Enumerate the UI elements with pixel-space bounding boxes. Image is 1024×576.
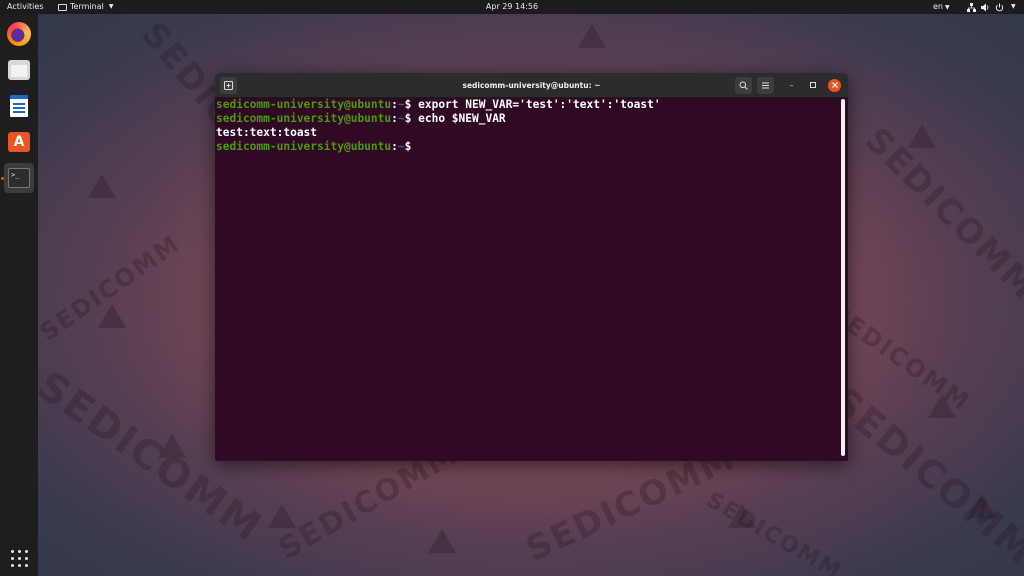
prompt-path: ~ <box>397 140 405 153</box>
prompt-symbol: $ <box>404 140 419 153</box>
command-output: test:text:toast <box>216 126 318 139</box>
terminal-line: sedicomm-university@ubuntu:~$ <box>216 140 842 154</box>
clock[interactable]: Apr 29 14:56 <box>486 2 538 11</box>
wallpaper-watermark: SEDICOMM <box>823 378 1024 574</box>
app-menu-label: Terminal <box>70 2 104 11</box>
wallpaper-triangle <box>158 434 186 458</box>
prompt-path: ~ <box>397 112 405 125</box>
terminal-window[interactable]: sedicomm-university@ubuntu: ~ – sedicomm… <box>215 73 848 461</box>
firefox-icon <box>7 22 31 46</box>
prompt-separator: : <box>391 112 398 125</box>
dock-firefox[interactable] <box>4 19 34 49</box>
terminal-output[interactable]: sedicomm-university@ubuntu:~$ export NEW… <box>215 98 842 461</box>
wallpaper-triangle <box>578 24 606 48</box>
top-bar: Activities Terminal ▼ Apr 29 14:56 en ▼ ▼ <box>0 0 1024 14</box>
search-button[interactable] <box>735 77 752 94</box>
chevron-down-icon: ▼ <box>945 4 950 11</box>
language-label: en <box>933 2 943 11</box>
terminal-line: test:text:toast <box>216 126 842 140</box>
prompt-symbol: $ <box>404 98 419 111</box>
activities-button[interactable]: Activities <box>7 0 44 14</box>
language-indicator[interactable]: en ▼ <box>933 0 950 15</box>
wallpaper-triangle <box>268 504 296 528</box>
wallpaper-watermark: SEDICOMM <box>856 119 1024 309</box>
dock-writer[interactable] <box>4 91 34 121</box>
app-menu[interactable]: Terminal ▼ <box>58 0 113 14</box>
prompt-separator: : <box>391 140 398 153</box>
wallpaper-triangle <box>968 494 996 518</box>
dock: A >_ <box>0 14 38 576</box>
terminal-mini-icon <box>58 3 67 11</box>
terminal-scrollbar[interactable] <box>841 99 845 456</box>
dock-terminal[interactable]: >_ <box>4 163 34 193</box>
system-menu[interactable]: ▼ <box>967 0 1016 14</box>
search-icon <box>739 81 748 90</box>
volume-icon <box>981 3 989 11</box>
terminal-line: sedicomm-university@ubuntu:~$ echo $NEW_… <box>216 112 842 126</box>
prompt-user: sedicomm-university@ubuntu <box>216 112 392 125</box>
terminal-line: sedicomm-university@ubuntu:~$ export NEW… <box>216 98 842 112</box>
window-titlebar[interactable]: sedicomm-university@ubuntu: ~ – <box>215 73 848 98</box>
power-icon <box>995 3 1004 11</box>
hamburger-icon <box>762 82 769 89</box>
network-icon <box>967 2 976 12</box>
command-text: export NEW_VAR='test':'text':'toast' <box>418 98 661 111</box>
menu-button[interactable] <box>757 77 774 94</box>
maximize-icon <box>809 82 816 88</box>
wallpaper-triangle <box>928 394 956 418</box>
prompt-user: sedicomm-university@ubuntu <box>216 98 392 111</box>
writer-icon <box>10 95 28 117</box>
wallpaper-triangle <box>88 174 116 198</box>
wallpaper-watermark: SEDICOMM <box>38 229 186 347</box>
minimize-icon: – <box>789 81 794 90</box>
close-button[interactable] <box>828 79 841 92</box>
window-title: sedicomm-university@ubuntu: ~ <box>462 81 601 90</box>
prompt-symbol: $ <box>404 112 419 125</box>
chevron-down-icon: ▼ <box>108 3 114 10</box>
wallpaper-watermark: SEDICOMM <box>701 487 847 576</box>
wallpaper-triangle <box>728 504 756 528</box>
running-indicator <box>1 177 4 180</box>
terminal-icon: >_ <box>8 168 30 188</box>
wallpaper-triangle <box>98 304 126 328</box>
prompt-path: ~ <box>397 98 405 111</box>
dock-files[interactable] <box>4 55 34 85</box>
prompt-separator: : <box>391 98 398 111</box>
close-icon <box>831 82 838 88</box>
chevron-down-icon: ▼ <box>1011 3 1016 10</box>
software-icon: A <box>8 132 30 152</box>
wallpaper-triangle <box>428 529 456 553</box>
prompt-user: sedicomm-university@ubuntu <box>216 140 392 153</box>
show-applications-icon[interactable] <box>11 550 28 567</box>
wallpaper-triangle <box>908 124 936 148</box>
minimize-button[interactable]: – <box>785 79 798 92</box>
files-icon <box>8 60 30 80</box>
command-text: echo $NEW_VAR <box>418 112 506 125</box>
dock-software[interactable]: A <box>4 127 34 157</box>
maximize-button[interactable] <box>806 79 819 92</box>
